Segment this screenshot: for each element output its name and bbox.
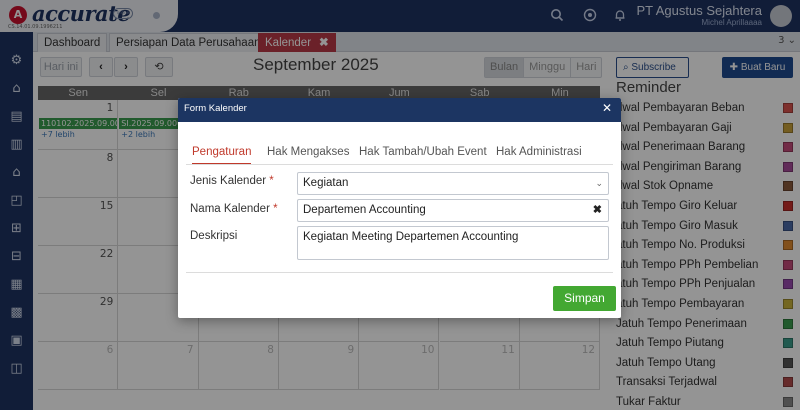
jenis-kalender-select[interactable]: Kegiatan ⌄ xyxy=(297,172,609,195)
deskripsi-label: Deskripsi xyxy=(190,230,238,242)
jenis-kalender-label: Jenis Kalender * xyxy=(190,175,274,187)
tab-hak-mengakses[interactable]: Hak Mengakses xyxy=(267,143,349,165)
footer-divider xyxy=(186,272,613,273)
modal-header: Form Kalender ✕ xyxy=(178,98,621,122)
save-button[interactable]: Simpan xyxy=(553,286,616,311)
form-kalender-modal: Form Kalender ✕ Pengaturan Hak Mengakses… xyxy=(178,98,621,318)
required-mark: * xyxy=(273,203,278,215)
tab-hak-tambah-ubah[interactable]: Hak Tambah/Ubah Event xyxy=(359,143,487,165)
tab-pengaturan[interactable]: Pengaturan xyxy=(192,143,252,165)
jenis-kalender-value: Kegiatan xyxy=(303,177,349,189)
close-icon[interactable]: ✕ xyxy=(602,101,612,115)
label-text: Jenis Kalender xyxy=(190,175,267,187)
deskripsi-textarea[interactable]: Kegiatan Meeting Departemen Accounting xyxy=(297,226,609,260)
deskripsi-value: Kegiatan Meeting Departemen Accounting xyxy=(303,231,519,243)
clear-icon[interactable]: ✖ xyxy=(593,200,602,221)
tab-hak-administrasi[interactable]: Hak Administrasi xyxy=(496,143,582,165)
nama-kalender-value: Departemen Accounting xyxy=(303,204,426,216)
modal-title: Form Kalender xyxy=(184,103,247,114)
tabs-divider xyxy=(186,164,613,165)
required-mark: * xyxy=(269,175,274,187)
label-text: Nama Kalender xyxy=(190,203,270,215)
chevron-down-icon: ⌄ xyxy=(595,178,603,188)
nama-kalender-label: Nama Kalender * xyxy=(190,203,278,215)
nama-kalender-input[interactable]: Departemen Accounting ✖ xyxy=(297,199,609,222)
modal-tabs: Pengaturan Hak Mengakses Hak Tambah/Ubah… xyxy=(186,143,613,165)
